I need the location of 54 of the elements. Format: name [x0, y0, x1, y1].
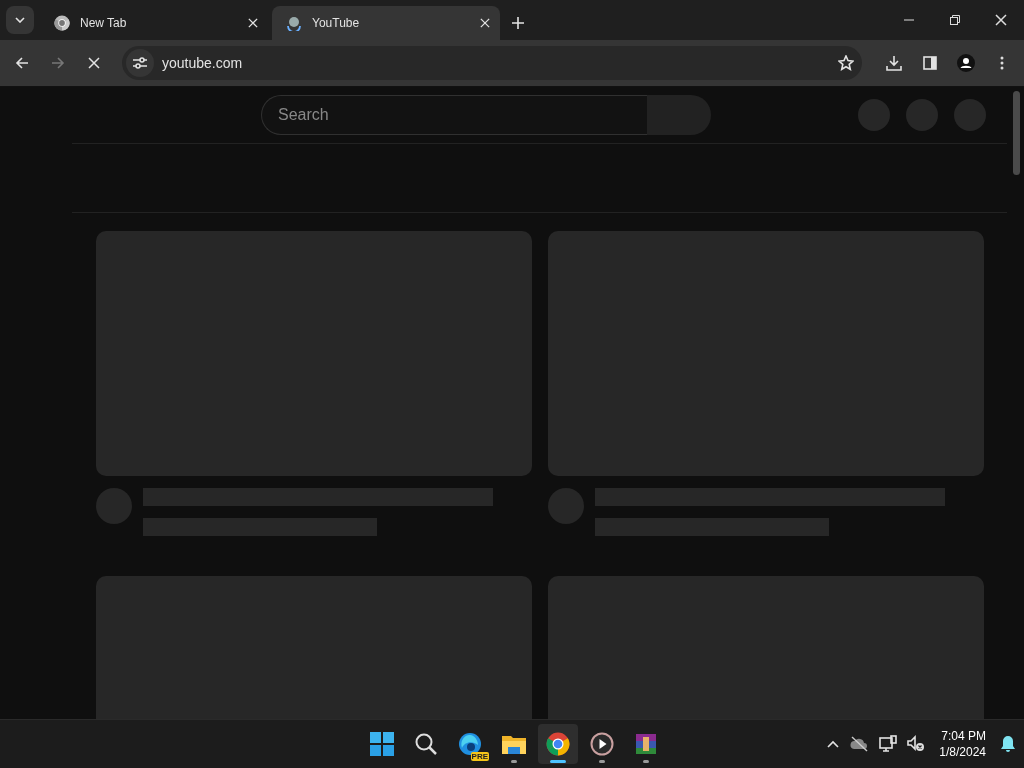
minimize-icon: [904, 19, 914, 21]
restore-icon: [950, 15, 960, 25]
side-panel-icon: [923, 56, 937, 70]
running-indicator: [643, 760, 649, 763]
avatar-placeholder: [96, 488, 132, 524]
app-badge: PRE: [470, 752, 489, 761]
plus-icon: [512, 17, 524, 29]
menu-icon: [1000, 56, 1004, 70]
running-indicator: [550, 760, 566, 763]
stop-icon: [88, 57, 100, 69]
edge-icon: [458, 732, 482, 756]
tab-title: YouTube: [312, 16, 361, 30]
forward-arrow-icon: [51, 56, 65, 70]
archive-icon: [634, 732, 658, 756]
avatar-placeholder: [548, 488, 584, 524]
placeholder-circle: [954, 99, 986, 131]
tab-title: New Tab: [80, 16, 128, 30]
clock[interactable]: 7:04 PM 1/8/2024: [939, 728, 986, 760]
placeholder-circle: [858, 99, 890, 131]
running-indicator: [511, 760, 517, 763]
browser-tab[interactable]: New Tab: [40, 6, 268, 40]
browser-tab[interactable]: YouTube: [272, 6, 500, 40]
url-text: youtube.com: [162, 55, 244, 71]
cloud-off-icon[interactable]: [849, 736, 870, 752]
taskbar-app[interactable]: [538, 724, 578, 764]
running-indicator: [599, 760, 605, 763]
taskbar-app[interactable]: PRE: [450, 724, 490, 764]
close-icon: [995, 14, 1007, 26]
placeholder-circle: [906, 99, 938, 131]
search-field[interactable]: Search: [261, 95, 647, 135]
tab-search-button[interactable]: [6, 6, 34, 34]
chevron-down-icon: [15, 17, 25, 23]
address-bar[interactable]: youtube.com: [122, 46, 862, 80]
network-icon[interactable]: [879, 735, 898, 753]
close-icon: [480, 18, 490, 28]
sliders-icon: [133, 57, 147, 69]
chevron-up-icon[interactable]: [827, 740, 840, 748]
time-text: 7:04 PM: [941, 728, 986, 744]
search-icon: [414, 732, 438, 756]
play-icon: [590, 732, 614, 756]
bell-icon[interactable]: [1000, 735, 1016, 753]
scrollbar-thumb[interactable]: [1013, 91, 1020, 175]
date-text: 1/8/2024: [939, 744, 986, 760]
site-info-button[interactable]: [126, 49, 154, 77]
chrome-icon: [54, 15, 70, 31]
loading-icon: [286, 15, 302, 31]
star-icon[interactable]: [838, 55, 854, 71]
avatar-icon: [957, 54, 975, 72]
windows-icon: [370, 732, 394, 756]
download-icon: [886, 55, 902, 71]
chrome-icon: [546, 732, 570, 756]
close-icon: [248, 18, 258, 28]
back-arrow-icon: [15, 56, 29, 70]
speaker-muted-icon[interactable]: [907, 735, 926, 753]
